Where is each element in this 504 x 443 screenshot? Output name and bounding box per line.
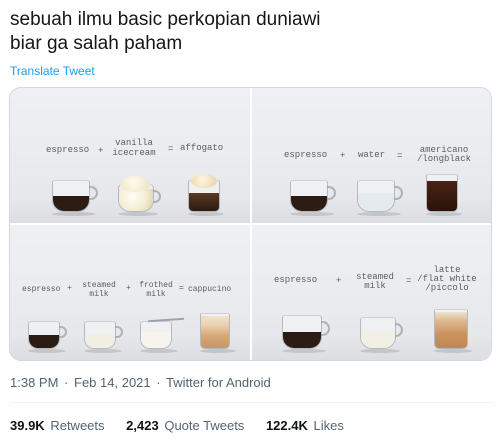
label-milk: milk — [146, 290, 166, 299]
likes-count: 122.4K — [265, 418, 308, 433]
glass-shadow — [188, 212, 224, 216]
steamed-milk-fill — [85, 334, 115, 348]
water-glass — [357, 180, 395, 212]
label-affogato: affogato — [180, 143, 224, 153]
glass-handle — [89, 186, 98, 200]
glass-shadow — [28, 349, 66, 353]
label-espresso: espresso — [284, 150, 328, 160]
espresso-fill — [29, 335, 59, 348]
label-plus: + — [67, 284, 72, 293]
label-espresso: espresso — [274, 275, 318, 285]
glass-handle — [321, 321, 330, 336]
label-longblack: /longblack — [416, 154, 471, 164]
label-steamed: steamed — [82, 281, 116, 290]
label-piccolo: /piccolo — [425, 283, 469, 293]
espresso-glass — [282, 315, 322, 349]
divider — [10, 402, 494, 403]
label-water: water — [358, 150, 386, 160]
icecream-fill — [119, 189, 153, 211]
label-milk: milk — [89, 290, 109, 299]
glass-shadow — [140, 349, 178, 353]
steamed-milk-fill — [361, 331, 395, 348]
tweet-time[interactable]: 1:38 PM — [10, 375, 58, 390]
espresso-glass — [290, 180, 328, 212]
label-plus: + — [340, 151, 346, 161]
icecream-scoop — [120, 176, 150, 192]
cappucino-glass — [200, 313, 230, 349]
tweet-metadata: 1:38 PM · Feb 14, 2021 · Twitter for And… — [10, 375, 271, 390]
quote-tweets-count: 2,423 — [126, 418, 159, 433]
steamed-milk-glass — [360, 317, 396, 349]
quote-tweets-stat[interactable]: 2,423 Quote Tweets — [126, 418, 248, 433]
espresso-glass — [28, 321, 60, 349]
label-equals: = — [179, 284, 184, 293]
glass-shadow — [52, 212, 96, 216]
label-equals: = — [397, 151, 403, 161]
separator-dot: · — [156, 375, 161, 390]
media-image-cappucino[interactable]: espresso + steamed milk + frothed milk =… — [10, 225, 250, 360]
espresso-glass — [52, 180, 90, 212]
glass-shadow — [434, 349, 472, 353]
glass-shadow — [290, 212, 334, 216]
espresso-fill — [291, 196, 327, 211]
likes-label: Likes — [313, 418, 344, 433]
label-plus: + — [126, 284, 131, 293]
glass-shadow — [357, 212, 401, 216]
tweet-text: sebuah ilmu basic perkopian duniawi biar… — [10, 8, 490, 56]
label-equals: = — [168, 144, 174, 154]
glass-shadow — [200, 349, 236, 353]
separator-dot: · — [64, 375, 69, 390]
americano-fill — [427, 181, 457, 211]
glass-handle — [327, 186, 336, 200]
label-espresso: espresso — [22, 285, 61, 294]
water-fill — [358, 193, 394, 211]
label-milk: milk — [364, 281, 386, 291]
glass-shadow — [118, 212, 158, 216]
latte-glass — [434, 309, 468, 349]
tweet-date[interactable]: Feb 14, 2021 — [74, 375, 151, 390]
retweets-label: Retweets — [50, 418, 105, 433]
label-icecream: icecream — [112, 148, 156, 158]
retweets-count: 39.9K — [10, 418, 45, 433]
glass-shadow — [84, 349, 122, 353]
steamed-milk-glass — [84, 321, 116, 349]
frothed-milk-fill — [141, 332, 171, 348]
glass-handle — [394, 186, 403, 200]
espresso-fill — [53, 196, 89, 211]
label-frothed: frothed — [139, 281, 173, 290]
tweet-source[interactable]: Twitter for Android — [166, 375, 271, 390]
latte-fill — [435, 312, 467, 348]
glass-handle — [395, 323, 403, 337]
quote-tweets-label: Quote Tweets — [164, 418, 245, 433]
label-plus: + — [336, 276, 342, 286]
espresso-fill — [283, 332, 321, 348]
affogato-fill — [189, 193, 219, 211]
retweets-stat[interactable]: 39.9K Retweets — [10, 418, 108, 433]
glass-shadow — [360, 349, 400, 353]
affogato-scoop — [191, 174, 217, 188]
glass-shadow — [426, 212, 462, 216]
likes-stat[interactable]: 122.4K Likes — [266, 418, 344, 433]
media-image-affogato[interactable]: espresso + vanilla icecream = affogato — [10, 88, 250, 223]
glass-handle — [59, 326, 67, 338]
tweet-media-grid: espresso + vanilla icecream = affogato e… — [9, 87, 492, 361]
frothed-milk-glass — [140, 321, 172, 349]
media-image-americano[interactable]: espresso + water = americano /longblack — [252, 88, 491, 223]
label-equals: = — [406, 276, 412, 286]
tweet-line-1: sebuah ilmu basic perkopian duniawi — [10, 9, 321, 30]
translate-tweet-link[interactable]: Translate Tweet — [10, 64, 95, 78]
label-plus: + — [98, 146, 104, 156]
tweet-line-2: biar ga salah paham — [10, 33, 183, 54]
glass-handle — [115, 326, 123, 338]
label-vanilla: vanilla — [115, 138, 153, 148]
media-image-latte[interactable]: espresso + steamed milk = latte /flat wh… — [252, 225, 491, 360]
tweet-stats: 39.9K Retweets 2,423 Quote Tweets 122.4K… — [10, 418, 362, 433]
cappucino-fill — [201, 316, 229, 348]
americano-glass — [426, 174, 458, 212]
label-espresso: espresso — [46, 145, 90, 155]
label-cappucino: cappucino — [188, 285, 232, 294]
glass-shadow — [282, 349, 326, 353]
